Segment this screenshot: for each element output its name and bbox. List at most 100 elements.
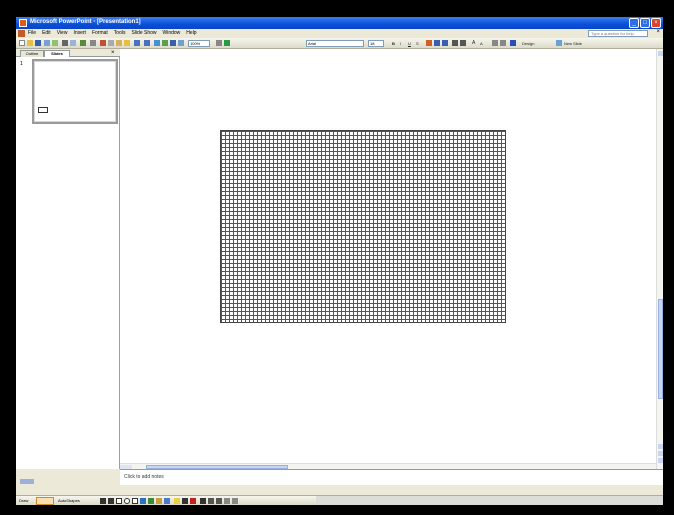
permission-icon[interactable] [44, 40, 50, 46]
align-right-icon[interactable] [442, 40, 448, 46]
bold-button[interactable]: B [392, 40, 395, 47]
menu-slide-show[interactable]: Slide Show [131, 30, 156, 36]
open-icon[interactable] [27, 40, 33, 46]
font-name-select[interactable]: Arial [306, 40, 364, 47]
text-box-icon[interactable] [132, 498, 138, 504]
line-style-icon[interactable] [200, 498, 206, 504]
menu-bar: File Edit View Insert Format Tools Slide… [16, 29, 663, 38]
save-icon[interactable] [35, 40, 41, 46]
italic-button[interactable]: I [400, 40, 401, 47]
expand-all-icon[interactable] [224, 40, 230, 46]
center-icon[interactable] [434, 40, 440, 46]
tables-borders-icon[interactable] [170, 40, 176, 46]
grid-image[interactable] [220, 130, 506, 323]
vertical-scroll-thumb[interactable] [658, 299, 663, 399]
format-painter-icon[interactable] [124, 40, 130, 46]
design-button[interactable]: Design [522, 40, 534, 47]
insert-picture-icon[interactable] [164, 498, 170, 504]
close-button[interactable]: × [651, 18, 661, 28]
view-buttons-icon[interactable] [20, 479, 34, 484]
research-icon[interactable] [90, 40, 96, 46]
previous-slide-button[interactable] [658, 444, 663, 449]
email-icon[interactable] [52, 40, 58, 46]
paste-icon[interactable] [116, 40, 122, 46]
menu-tools[interactable]: Tools [114, 30, 126, 36]
dash-style-icon[interactable] [208, 498, 214, 504]
decrease-indent-icon[interactable] [492, 40, 498, 46]
line-color-icon[interactable] [182, 498, 188, 504]
arrow-icon[interactable] [108, 498, 114, 504]
redo-icon[interactable] [144, 40, 150, 46]
menu-window[interactable]: Window [163, 30, 181, 36]
diagram-icon[interactable] [148, 498, 154, 504]
numbering-icon[interactable] [452, 40, 458, 46]
cut-icon[interactable] [100, 40, 106, 46]
menu-help[interactable]: Help [186, 30, 196, 36]
drawing-toolbar-end [316, 496, 663, 505]
menu-view[interactable]: View [57, 30, 68, 36]
spelling-icon[interactable] [80, 40, 86, 46]
new-icon[interactable] [19, 40, 25, 46]
underline-button[interactable]: U [408, 40, 411, 47]
draw-menu-button[interactable]: Draw [19, 497, 28, 504]
pane-close-icon[interactable]: × [111, 49, 115, 57]
menu-edit[interactable]: Edit [42, 30, 51, 36]
standard-formatting-toolbar: 100% Arial 18 B I U S A A Design New Sli… [16, 38, 663, 49]
line-icon[interactable] [100, 498, 106, 504]
3d-style-icon[interactable] [232, 498, 238, 504]
fill-color-icon[interactable] [174, 498, 180, 504]
select-objects-icon[interactable] [36, 497, 54, 505]
window-title: Microsoft PowerPoint - [Presentation1] [30, 19, 141, 25]
menu-file[interactable]: File [28, 30, 36, 36]
decrease-font-size-button[interactable]: A [480, 40, 483, 47]
scroll-down-button[interactable] [658, 458, 663, 463]
clip-art-icon[interactable] [156, 498, 162, 504]
new-slide-icon[interactable] [556, 40, 562, 46]
help-icon[interactable] [216, 40, 222, 46]
copy-icon[interactable] [108, 40, 114, 46]
slides-pane: Outline Slides × 1 [16, 49, 120, 469]
arrow-style-icon[interactable] [216, 498, 222, 504]
scroll-up-button[interactable] [658, 51, 663, 56]
increase-font-size-button[interactable]: A [472, 40, 475, 47]
help-search-input[interactable]: Type a question for help [588, 30, 648, 37]
zoom-select[interactable]: 100% [188, 40, 210, 47]
powerpoint-app-icon [19, 19, 27, 27]
menu-insert[interactable]: Insert [73, 30, 86, 36]
font-size-select[interactable]: 18 [368, 40, 384, 47]
font-color-draw-icon[interactable] [190, 498, 196, 504]
font-color-icon[interactable] [510, 40, 516, 46]
notes-pane[interactable]: Click to add notes [120, 469, 663, 485]
document-close-icon[interactable]: × [656, 29, 660, 35]
tab-outline[interactable]: Outline [20, 50, 44, 57]
align-left-icon[interactable] [426, 40, 432, 46]
increase-indent-icon[interactable] [500, 40, 506, 46]
slide-editing-area[interactable] [120, 49, 656, 469]
minimize-button[interactable]: _ [629, 18, 639, 28]
maximize-button[interactable]: □ [640, 18, 650, 28]
slide-number: 1 [20, 61, 23, 67]
next-slide-button[interactable] [658, 451, 663, 456]
autoshapes-button[interactable]: AutoShapes [58, 497, 80, 504]
thumbnail-image-icon [38, 107, 48, 113]
insert-diagram-icon[interactable] [178, 40, 184, 46]
new-slide-button[interactable]: New Slide [564, 40, 582, 47]
print-icon[interactable] [62, 40, 68, 46]
status-bar [16, 485, 663, 495]
insert-chart-icon[interactable] [154, 40, 160, 46]
wordart-icon[interactable] [140, 498, 146, 504]
vertical-scrollbar[interactable] [656, 49, 663, 469]
undo-icon[interactable] [134, 40, 140, 46]
notes-placeholder: Click to add notes [124, 474, 164, 480]
oval-icon[interactable] [124, 498, 130, 504]
insert-table-icon[interactable] [162, 40, 168, 46]
menu-format[interactable]: Format [92, 30, 108, 36]
shadow-button[interactable]: S [416, 40, 419, 47]
document-icon[interactable] [18, 30, 25, 37]
print-preview-icon[interactable] [70, 40, 76, 46]
bullets-icon[interactable] [460, 40, 466, 46]
shadow-style-icon[interactable] [224, 498, 230, 504]
tab-slides[interactable]: Slides [44, 50, 70, 57]
title-bar: Microsoft PowerPoint - [Presentation1] _… [16, 17, 663, 29]
rectangle-icon[interactable] [116, 498, 122, 504]
